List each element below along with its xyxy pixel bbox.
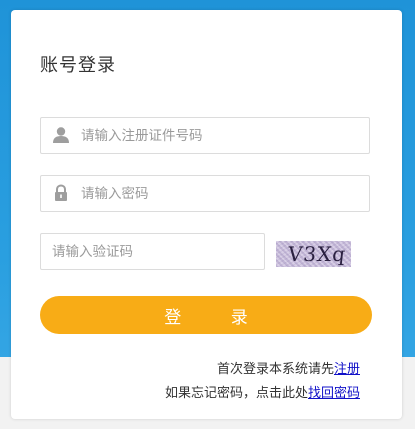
captcha-text: V3Xq (286, 242, 348, 266)
password-input[interactable] (81, 176, 361, 211)
lock-icon (52, 184, 70, 202)
login-button[interactable]: 登 录 (40, 296, 372, 334)
forgot-line: 如果忘记密码，点击此处找回密码 (165, 382, 360, 401)
password-field[interactable] (40, 175, 370, 212)
user-icon (52, 126, 70, 144)
forgot-prompt: 如果忘记密码，点击此处 (164, 386, 308, 401)
captcha-field[interactable] (40, 233, 265, 270)
captcha-input[interactable] (52, 234, 257, 269)
id-number-field[interactable] (40, 117, 370, 154)
register-prompt: 首次登录本系统请先 (216, 362, 334, 377)
id-number-input[interactable] (81, 118, 361, 153)
login-card: 账号登录 V3Xq 登 录 首次登录本系统请先注册 如果忘记密码，点击此处 (11, 10, 402, 419)
page-title: 账号登录 (40, 55, 116, 76)
register-line: 首次登录本系统请先注册 (217, 358, 360, 377)
forgot-password-link[interactable]: 找回密码 (308, 386, 360, 401)
captcha-image[interactable]: V3Xq (276, 241, 351, 267)
register-link[interactable]: 注册 (334, 362, 360, 377)
